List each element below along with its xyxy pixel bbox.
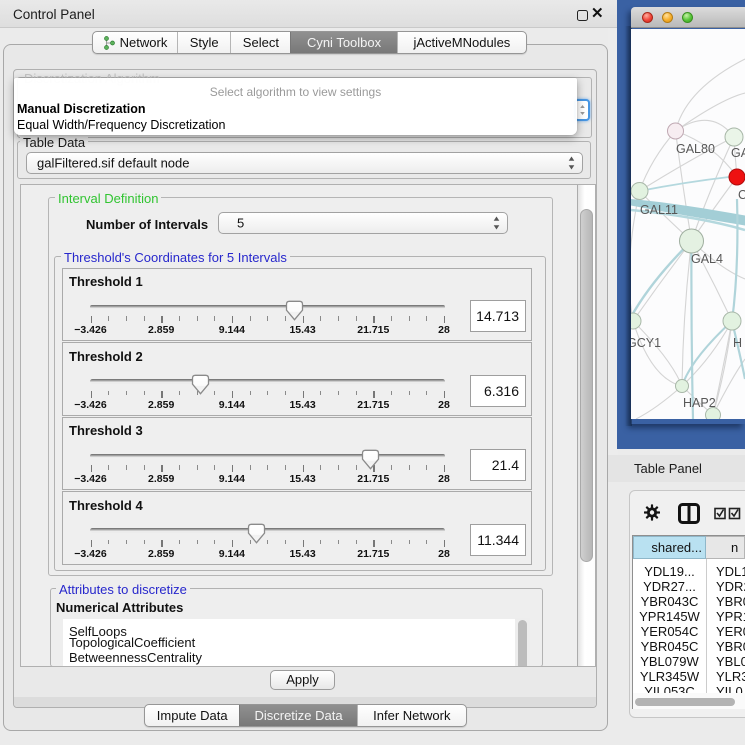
- svg-text:H: H: [733, 336, 742, 350]
- svg-text:GAL4: GAL4: [691, 252, 723, 266]
- svg-text:GA: GA: [731, 146, 745, 160]
- svg-text:GAL11: GAL11: [640, 203, 678, 217]
- svg-text:GAL80: GAL80: [676, 142, 715, 156]
- svg-text:HAP2: HAP2: [683, 396, 716, 410]
- svg-text:GCY1: GCY1: [631, 336, 661, 350]
- svg-text:C: C: [738, 188, 745, 202]
